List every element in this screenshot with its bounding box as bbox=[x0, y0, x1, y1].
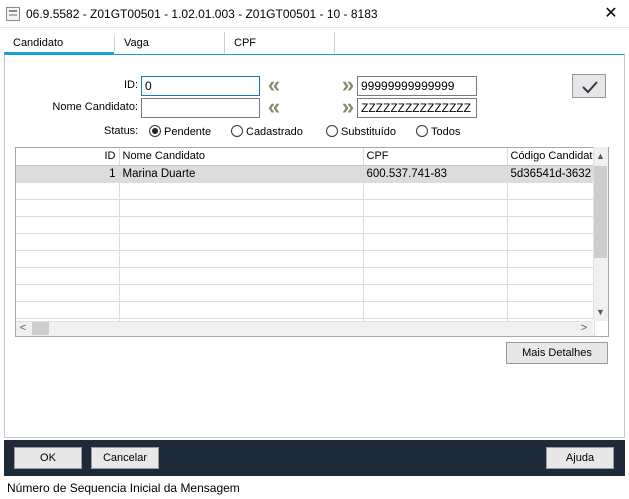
radio-unchecked-icon bbox=[416, 125, 428, 137]
help-button[interactable]: Ajuda bbox=[546, 447, 614, 469]
id-to-input[interactable]: 99999999999999 bbox=[357, 76, 477, 96]
table-row-empty bbox=[16, 199, 595, 217]
cell-cpf: 600.537.741-83 bbox=[363, 165, 508, 183]
first-icon[interactable]: « bbox=[262, 74, 280, 96]
radio-unchecked-icon bbox=[326, 125, 338, 137]
nome-candidato-label: Nome Candidato: bbox=[52, 101, 138, 113]
cell-nome: Marina Duarte bbox=[119, 165, 364, 183]
confirm-button[interactable] bbox=[572, 74, 606, 98]
id-from-input[interactable]: 0 bbox=[141, 76, 260, 96]
scroll-up-icon[interactable]: ▲ bbox=[594, 148, 607, 164]
table-row-empty bbox=[16, 250, 595, 268]
radio-cadastrado[interactable]: Cadastrado bbox=[231, 125, 303, 141]
tab-vaga[interactable]: Vaga bbox=[115, 32, 225, 54]
tab-cpf[interactable]: CPF bbox=[225, 32, 335, 54]
column-header-nome[interactable]: Nome Candidato bbox=[119, 148, 364, 166]
checkmark-icon bbox=[582, 81, 598, 94]
table-row-empty bbox=[16, 182, 595, 200]
window-title: 06.9.5582 - Z01GT00501 - 1.02.01.003 - Z… bbox=[26, 7, 378, 21]
nome-to-input[interactable]: ZZZZZZZZZZZZZZZ bbox=[357, 98, 477, 118]
close-icon[interactable]: ✕ bbox=[598, 3, 624, 25]
radio-unchecked-icon bbox=[231, 125, 243, 137]
radio-label: Todos bbox=[431, 126, 461, 138]
results-grid[interactable]: ID Nome Candidato CPF Código Candidato 1… bbox=[15, 147, 609, 337]
scroll-down-icon[interactable]: ▼ bbox=[594, 304, 607, 320]
table-row-empty bbox=[16, 216, 595, 234]
table-row-empty bbox=[16, 267, 595, 285]
tab-candidato[interactable]: Candidato bbox=[4, 32, 114, 54]
first-icon[interactable]: « bbox=[262, 96, 280, 118]
results-table: ID Nome Candidato CPF Código Candidato 1… bbox=[16, 148, 595, 336]
cancel-button[interactable]: Cancelar bbox=[91, 447, 159, 469]
cell-codigo: 5d36541d-3632 bbox=[507, 165, 595, 183]
radio-checked-icon bbox=[149, 125, 161, 137]
status-label: Status: bbox=[104, 125, 139, 137]
horizontal-scrollbar[interactable] bbox=[16, 321, 593, 336]
mais-detalhes-button[interactable]: Mais Detalhes bbox=[506, 342, 608, 364]
table-row[interactable]: 1 Marina Duarte 600.537.741-83 5d36541d-… bbox=[16, 165, 595, 183]
table-header-row: ID Nome Candidato CPF Código Candidato bbox=[16, 148, 595, 166]
nome-from-input[interactable] bbox=[141, 98, 260, 118]
column-header-id[interactable]: ID bbox=[16, 148, 120, 166]
last-icon[interactable]: » bbox=[336, 96, 354, 118]
radio-todos[interactable]: Todos bbox=[416, 125, 460, 141]
scroll-left-icon[interactable]: < bbox=[16, 321, 30, 336]
horizontal-scroll-thumb[interactable] bbox=[32, 322, 49, 335]
radio-substituido[interactable]: Substituído bbox=[326, 125, 396, 141]
column-header-codigo[interactable]: Código Candidato bbox=[507, 148, 595, 166]
last-icon[interactable]: » bbox=[336, 74, 354, 96]
table-row-empty bbox=[16, 301, 595, 319]
app-window-icon bbox=[6, 7, 20, 21]
table-row-empty bbox=[16, 233, 595, 251]
scroll-right-icon[interactable]: > bbox=[577, 321, 591, 336]
ok-button[interactable]: OK bbox=[14, 447, 82, 469]
column-header-cpf[interactable]: CPF bbox=[363, 148, 508, 166]
radio-label: Pendente bbox=[164, 126, 212, 138]
cell-id: 1 bbox=[16, 165, 120, 183]
status-bar: Número de Sequencia Inicial da Mensagem bbox=[0, 478, 629, 499]
vertical-scroll-thumb[interactable] bbox=[594, 166, 607, 258]
radio-pendente[interactable]: Pendente bbox=[149, 125, 211, 141]
radio-label: Cadastrado bbox=[246, 126, 303, 138]
id-label: ID: bbox=[123, 79, 138, 91]
table-row-empty bbox=[16, 284, 595, 302]
radio-label: Substituído bbox=[341, 126, 397, 138]
